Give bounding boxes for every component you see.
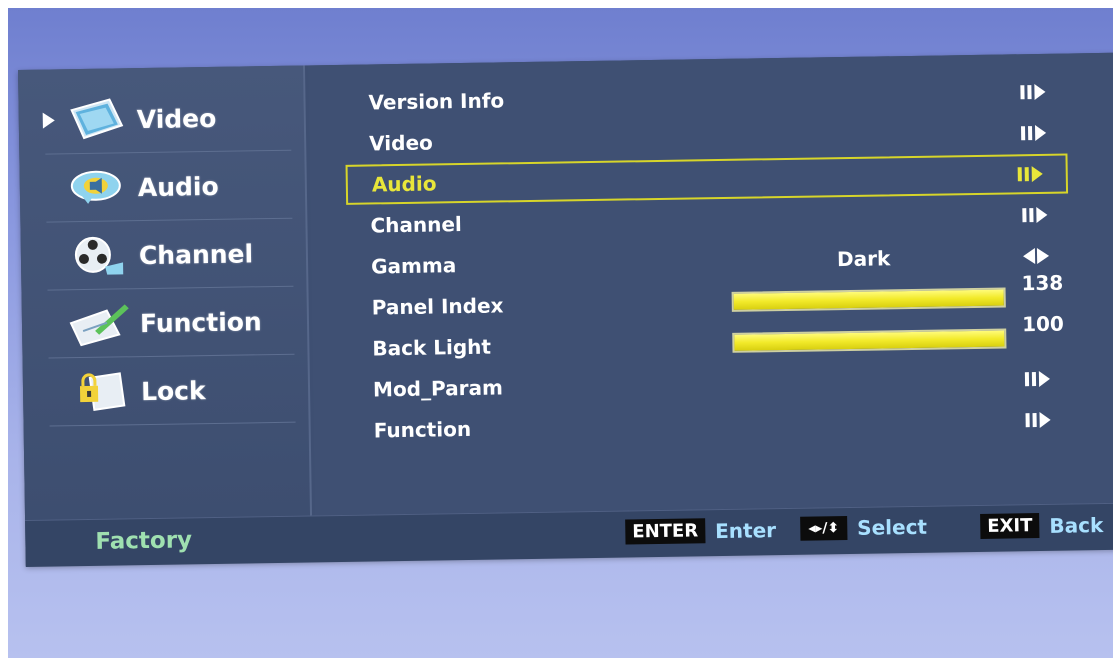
menu-row-label: Mod_Param xyxy=(372,375,504,402)
menu-row-label: Panel Index xyxy=(371,293,504,320)
menu-row-label: Back Light xyxy=(372,334,492,361)
sidebar: Video Audio Channel Function Lock xyxy=(18,65,313,520)
menu-mode-title: Factory xyxy=(95,527,193,555)
menu-row-label: Channel xyxy=(370,212,462,238)
sidebar-item-function[interactable]: Function xyxy=(47,287,295,359)
menu-row-label: Function xyxy=(373,416,472,443)
menu-row-label: Version Info xyxy=(368,88,505,115)
settings-list: Version Info Video Audio Channel Gamma D… xyxy=(307,52,1113,516)
sidebar-item-label: Video xyxy=(136,103,217,134)
lock-icon xyxy=(65,365,138,418)
enter-arrow-icon xyxy=(1017,165,1052,183)
left-right-arrow-icon xyxy=(1022,247,1057,265)
sidebar-item-video[interactable]: Video xyxy=(42,83,292,155)
sidebar-item-channel[interactable]: Channel xyxy=(46,219,294,291)
exit-hint-label: Back xyxy=(1049,512,1104,538)
enter-arrow-icon xyxy=(1022,206,1056,224)
sidebar-item-label: Channel xyxy=(138,238,254,270)
menu-row-label: Gamma xyxy=(370,253,457,279)
selection-arrow-icon xyxy=(42,112,55,129)
enter-arrow-icon xyxy=(1025,411,1060,428)
menu-row-label: Video xyxy=(369,130,433,156)
sidebar-item-label: Lock xyxy=(140,375,206,406)
function-icon xyxy=(64,297,137,350)
audio-icon xyxy=(61,161,134,214)
enter-key: ENTER xyxy=(625,518,706,545)
menu-row-label: Audio xyxy=(371,171,437,197)
slider-fill xyxy=(733,289,1004,310)
select-hint-label: Select xyxy=(857,514,928,540)
enter-hint: ENTER Enter xyxy=(625,517,777,545)
enter-arrow-icon xyxy=(1021,124,1055,142)
sidebar-item-audio[interactable]: Audio xyxy=(45,151,293,223)
panel-index-slider[interactable] xyxy=(731,287,1006,312)
sidebar-item-label: Function xyxy=(139,306,262,338)
exit-hint: EXIT Back xyxy=(980,512,1104,539)
tv-screen: Video Audio Channel Function Lock Versio… xyxy=(8,8,1113,658)
channel-icon xyxy=(63,229,136,282)
select-key-icon: ◂▸/⬍ xyxy=(800,516,848,541)
video-icon xyxy=(60,93,133,146)
gamma-value: Dark xyxy=(836,246,891,272)
select-hint: ◂▸/⬍ Select xyxy=(800,515,927,541)
sidebar-item-label: Audio xyxy=(137,171,219,202)
enter-arrow-icon xyxy=(1024,370,1059,388)
enter-hint-label: Enter xyxy=(714,517,777,543)
back-light-slider[interactable] xyxy=(732,328,1007,353)
enter-arrow-icon xyxy=(1020,83,1054,101)
back-light-value: 100 xyxy=(1021,311,1065,337)
panel-index-value: 138 xyxy=(1021,270,1064,296)
slider-fill xyxy=(734,330,1005,351)
sidebar-item-lock[interactable]: Lock xyxy=(48,355,296,427)
exit-key: EXIT xyxy=(980,513,1040,539)
osd-menu: Video Audio Channel Function Lock Versio… xyxy=(18,52,1113,567)
